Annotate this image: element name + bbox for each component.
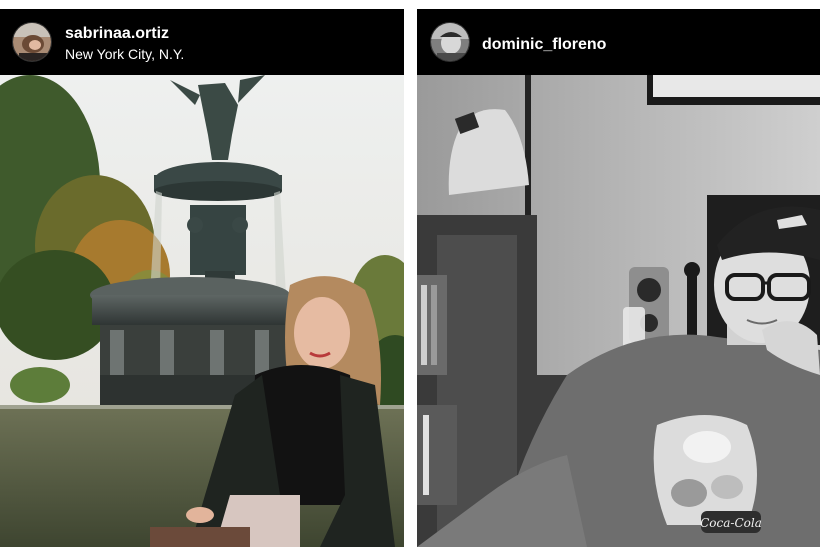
post-user-info: dominic_floreno <box>482 24 606 54</box>
fountain-portrait-photo-icon <box>0 75 404 547</box>
profile-avatar-icon <box>431 23 469 61</box>
post-card-dominic-floreno: dominic_floreno Coca-Cola <box>417 9 820 547</box>
username[interactable]: dominic_floreno <box>482 35 606 54</box>
avatar[interactable] <box>12 22 52 62</box>
post-header: dominic_floreno <box>417 9 820 75</box>
bw-room-portrait-photo-icon: Coca-Cola <box>417 75 820 547</box>
profile-avatar-icon <box>13 23 51 61</box>
post-photo[interactable] <box>0 75 404 547</box>
post-photo[interactable]: Coca-Cola <box>417 75 820 547</box>
post-header: sabrinaa.ortiz New York City, N.Y. <box>0 9 404 75</box>
shirt-logo-text: Coca-Cola <box>700 516 762 530</box>
post-user-info: sabrinaa.ortiz New York City, N.Y. <box>65 24 184 63</box>
avatar[interactable] <box>430 22 470 62</box>
username[interactable]: sabrinaa.ortiz <box>65 24 184 43</box>
post-card-sabrinaa-ortiz: sabrinaa.ortiz New York City, N.Y. <box>0 9 404 547</box>
location-tag[interactable]: New York City, N.Y. <box>65 45 184 63</box>
